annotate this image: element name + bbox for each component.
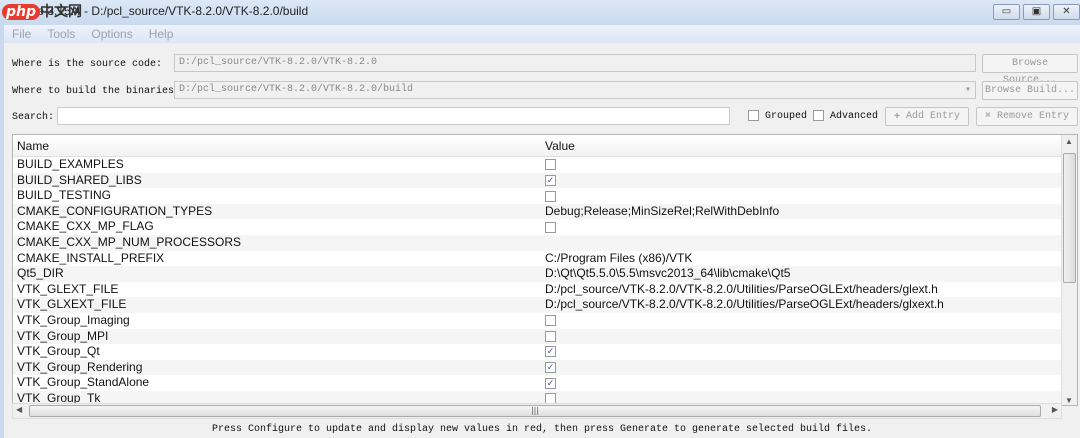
entry-name: BUILD_SHARED_LIBS — [17, 172, 142, 187]
table-row[interactable]: VTK_Group_Rendering ✓ — [13, 359, 1077, 376]
checkbox[interactable] — [545, 190, 556, 202]
menu-file[interactable]: File — [4, 25, 39, 43]
horizontal-scrollbar[interactable]: ◀ ||| ▶ — [12, 403, 1062, 419]
status-text: Press Configure to update and display ne… — [211, 424, 873, 435]
entry-value[interactable]: D:/pcl_source/VTK-8.2.0/VTK-8.2.0/Utilit… — [545, 282, 938, 297]
table-row[interactable]: VTK_Group_MPI — [13, 328, 1077, 345]
value-checkbox[interactable] — [545, 313, 556, 328]
watermark-logo: php 中文网 — [2, 1, 82, 21]
maximize-button[interactable]: ▣ — [1023, 4, 1050, 20]
column-value[interactable]: Value — [545, 139, 575, 153]
remove-icon: ✖ — [984, 111, 991, 122]
value-checkbox[interactable]: ✓ — [545, 360, 556, 375]
advanced-checkbox[interactable]: Advanced — [813, 110, 878, 122]
plus-icon: ✚ — [893, 111, 900, 122]
table-row[interactable]: VTK_Group_Imaging — [13, 313, 1077, 329]
minimize-button[interactable]: ▭ — [993, 4, 1020, 20]
checkbox[interactable] — [545, 221, 556, 233]
scroll-down-icon[interactable]: ▼ — [1065, 396, 1073, 405]
close-button[interactable]: ✕ — [1053, 4, 1080, 20]
checkmark-icon[interactable]: ✓ — [545, 377, 556, 389]
grouped-checkbox[interactable]: Grouped — [748, 110, 807, 122]
entry-name: CMAKE_INSTALL_PREFIX — [17, 250, 165, 265]
cache-table: Name Value BUILD_EXAMPLES BUILD_SHARED_LI… — [12, 134, 1078, 406]
entry-name: BUILD_EXAMPLES — [17, 157, 124, 171]
title-bar: CMake 3.15.4 - D:/pcl_source/VTK-8.2.0/V… — [0, 0, 1080, 25]
checkbox[interactable] — [545, 159, 556, 171]
value-checkbox[interactable]: ✓ — [545, 344, 556, 359]
value-checkbox[interactable]: ✓ — [545, 173, 556, 188]
browse-source-button[interactable]: Browse Source... — [982, 54, 1078, 86]
value-checkbox[interactable]: ✓ — [545, 375, 556, 390]
table-row[interactable]: CMAKE_CXX_MP_FLAG — [13, 219, 1077, 235]
entry-value[interactable]: D:\Qt\Qt5.5.0\5.5\msvc2013_64\lib\cmake\… — [545, 266, 790, 281]
scroll-right-icon[interactable]: ▶ — [1052, 405, 1058, 414]
value-checkbox[interactable] — [545, 219, 556, 234]
entry-name: CMAKE_CONFIGURATION_TYPES — [17, 203, 213, 218]
build-combo[interactable]: D:/pcl_source/VTK-8.2.0/VTK-8.2.0/build ▾ — [174, 81, 976, 99]
table-row[interactable]: VTK_GLEXT_FILE D:/pcl_source/VTK-8.2.0/VT… — [13, 282, 1077, 298]
menu-help[interactable]: Help — [141, 25, 182, 43]
build-value: D:/pcl_source/VTK-8.2.0/VTK-8.2.0/build — [179, 84, 414, 95]
entry-name: VTK_Group_MPI — [17, 328, 109, 343]
checkmark-icon[interactable]: ✓ — [545, 362, 556, 374]
add-entry-button[interactable]: ✚ Add Entry — [885, 107, 969, 126]
checkbox[interactable] — [545, 315, 556, 327]
entry-name: BUILD_TESTING — [17, 188, 112, 203]
source-label: Where is the source code: — [12, 59, 163, 70]
table-row[interactable]: VTK_Group_StandAlone ✓ — [13, 375, 1077, 391]
menu-bar: File Tools Options Help — [4, 25, 1080, 43]
value-checkbox[interactable] — [545, 188, 556, 203]
table-row[interactable]: VTK_Group_Qt ✓ — [13, 344, 1077, 360]
vertical-scrollbar[interactable]: ▲ ▼ — [1061, 135, 1077, 405]
checkbox[interactable] — [748, 110, 759, 121]
value-checkbox[interactable] — [545, 157, 556, 172]
table-row[interactable]: CMAKE_CXX_MP_NUM_PROCESSORS — [13, 234, 1077, 251]
table-row[interactable]: BUILD_SHARED_LIBS ✓ — [13, 172, 1077, 189]
checkmark-icon[interactable]: ✓ — [545, 174, 556, 186]
menu-options[interactable]: Options — [83, 25, 140, 43]
search-input[interactable] — [57, 107, 730, 125]
entry-value[interactable]: Debug;Release;MinSizeRel;RelWithDebInfo — [545, 204, 779, 219]
entry-value[interactable]: D:/pcl_source/VTK-8.2.0/VTK-8.2.0/Utilit… — [545, 297, 944, 312]
entry-name: VTK_Group_Rendering — [17, 359, 143, 374]
table-row[interactable]: CMAKE_INSTALL_PREFIX C:/Program Files (x8… — [13, 251, 1077, 267]
checkbox[interactable] — [545, 330, 556, 342]
table-row[interactable]: CMAKE_CONFIGURATION_TYPES Debug;Release;M… — [13, 203, 1077, 220]
scroll-thumb[interactable]: ||| — [29, 405, 1041, 417]
search-label: Search: — [12, 112, 55, 123]
scroll-left-icon[interactable]: ◀ — [16, 405, 22, 414]
table-header: Name Value — [13, 135, 1077, 157]
table-body: BUILD_EXAMPLES BUILD_SHARED_LIBS ✓ BUILD_TE… — [13, 157, 1077, 405]
entry-name: VTK_GLXEXT_FILE — [17, 297, 127, 312]
table-row[interactable]: Qt5_DIR D:\Qt\Qt5.5.0\5.5\msvc2013_64\lib… — [13, 266, 1077, 282]
entry-name: VTK_Group_Qt — [17, 344, 100, 359]
entry-name: CMAKE_CXX_MP_FLAG — [17, 219, 154, 234]
entry-name: VTK_Group_Imaging — [17, 312, 130, 327]
entry-name: VTK_Group_StandAlone — [17, 375, 150, 390]
checkbox[interactable] — [813, 110, 824, 121]
chevron-down-icon[interactable]: ▾ — [965, 84, 971, 96]
table-row[interactable]: VTK_GLXEXT_FILE D:/pcl_source/VTK-8.2.0/V… — [13, 297, 1077, 313]
remove-entry-button[interactable]: ✖ Remove Entry — [976, 107, 1078, 126]
entry-name: VTK_GLEXT_FILE — [17, 281, 119, 296]
entry-value[interactable]: C:/Program Files (x86)/VTK — [545, 251, 692, 266]
main-panel: Where is the source code: D:/pcl_source/… — [4, 43, 1080, 438]
menu-tools[interactable]: Tools — [39, 25, 83, 43]
value-checkbox[interactable] — [545, 329, 556, 344]
column-name[interactable]: Name — [17, 139, 49, 153]
scroll-thumb[interactable] — [1063, 153, 1076, 283]
entry-name: CMAKE_CXX_MP_NUM_PROCESSORS — [17, 234, 242, 249]
table-row[interactable]: BUILD_EXAMPLES — [13, 157, 1077, 173]
source-field[interactable]: D:/pcl_source/VTK-8.2.0/VTK-8.2.0 — [174, 54, 976, 72]
checkmark-icon[interactable]: ✓ — [545, 346, 556, 358]
build-label: Where to build the binaries: — [12, 86, 181, 97]
entry-name: Qt5_DIR — [17, 266, 64, 281]
scroll-up-icon[interactable]: ▲ — [1065, 137, 1073, 146]
table-row[interactable]: BUILD_TESTING — [13, 188, 1077, 204]
browse-build-button[interactable]: Browse Build... — [982, 81, 1078, 100]
